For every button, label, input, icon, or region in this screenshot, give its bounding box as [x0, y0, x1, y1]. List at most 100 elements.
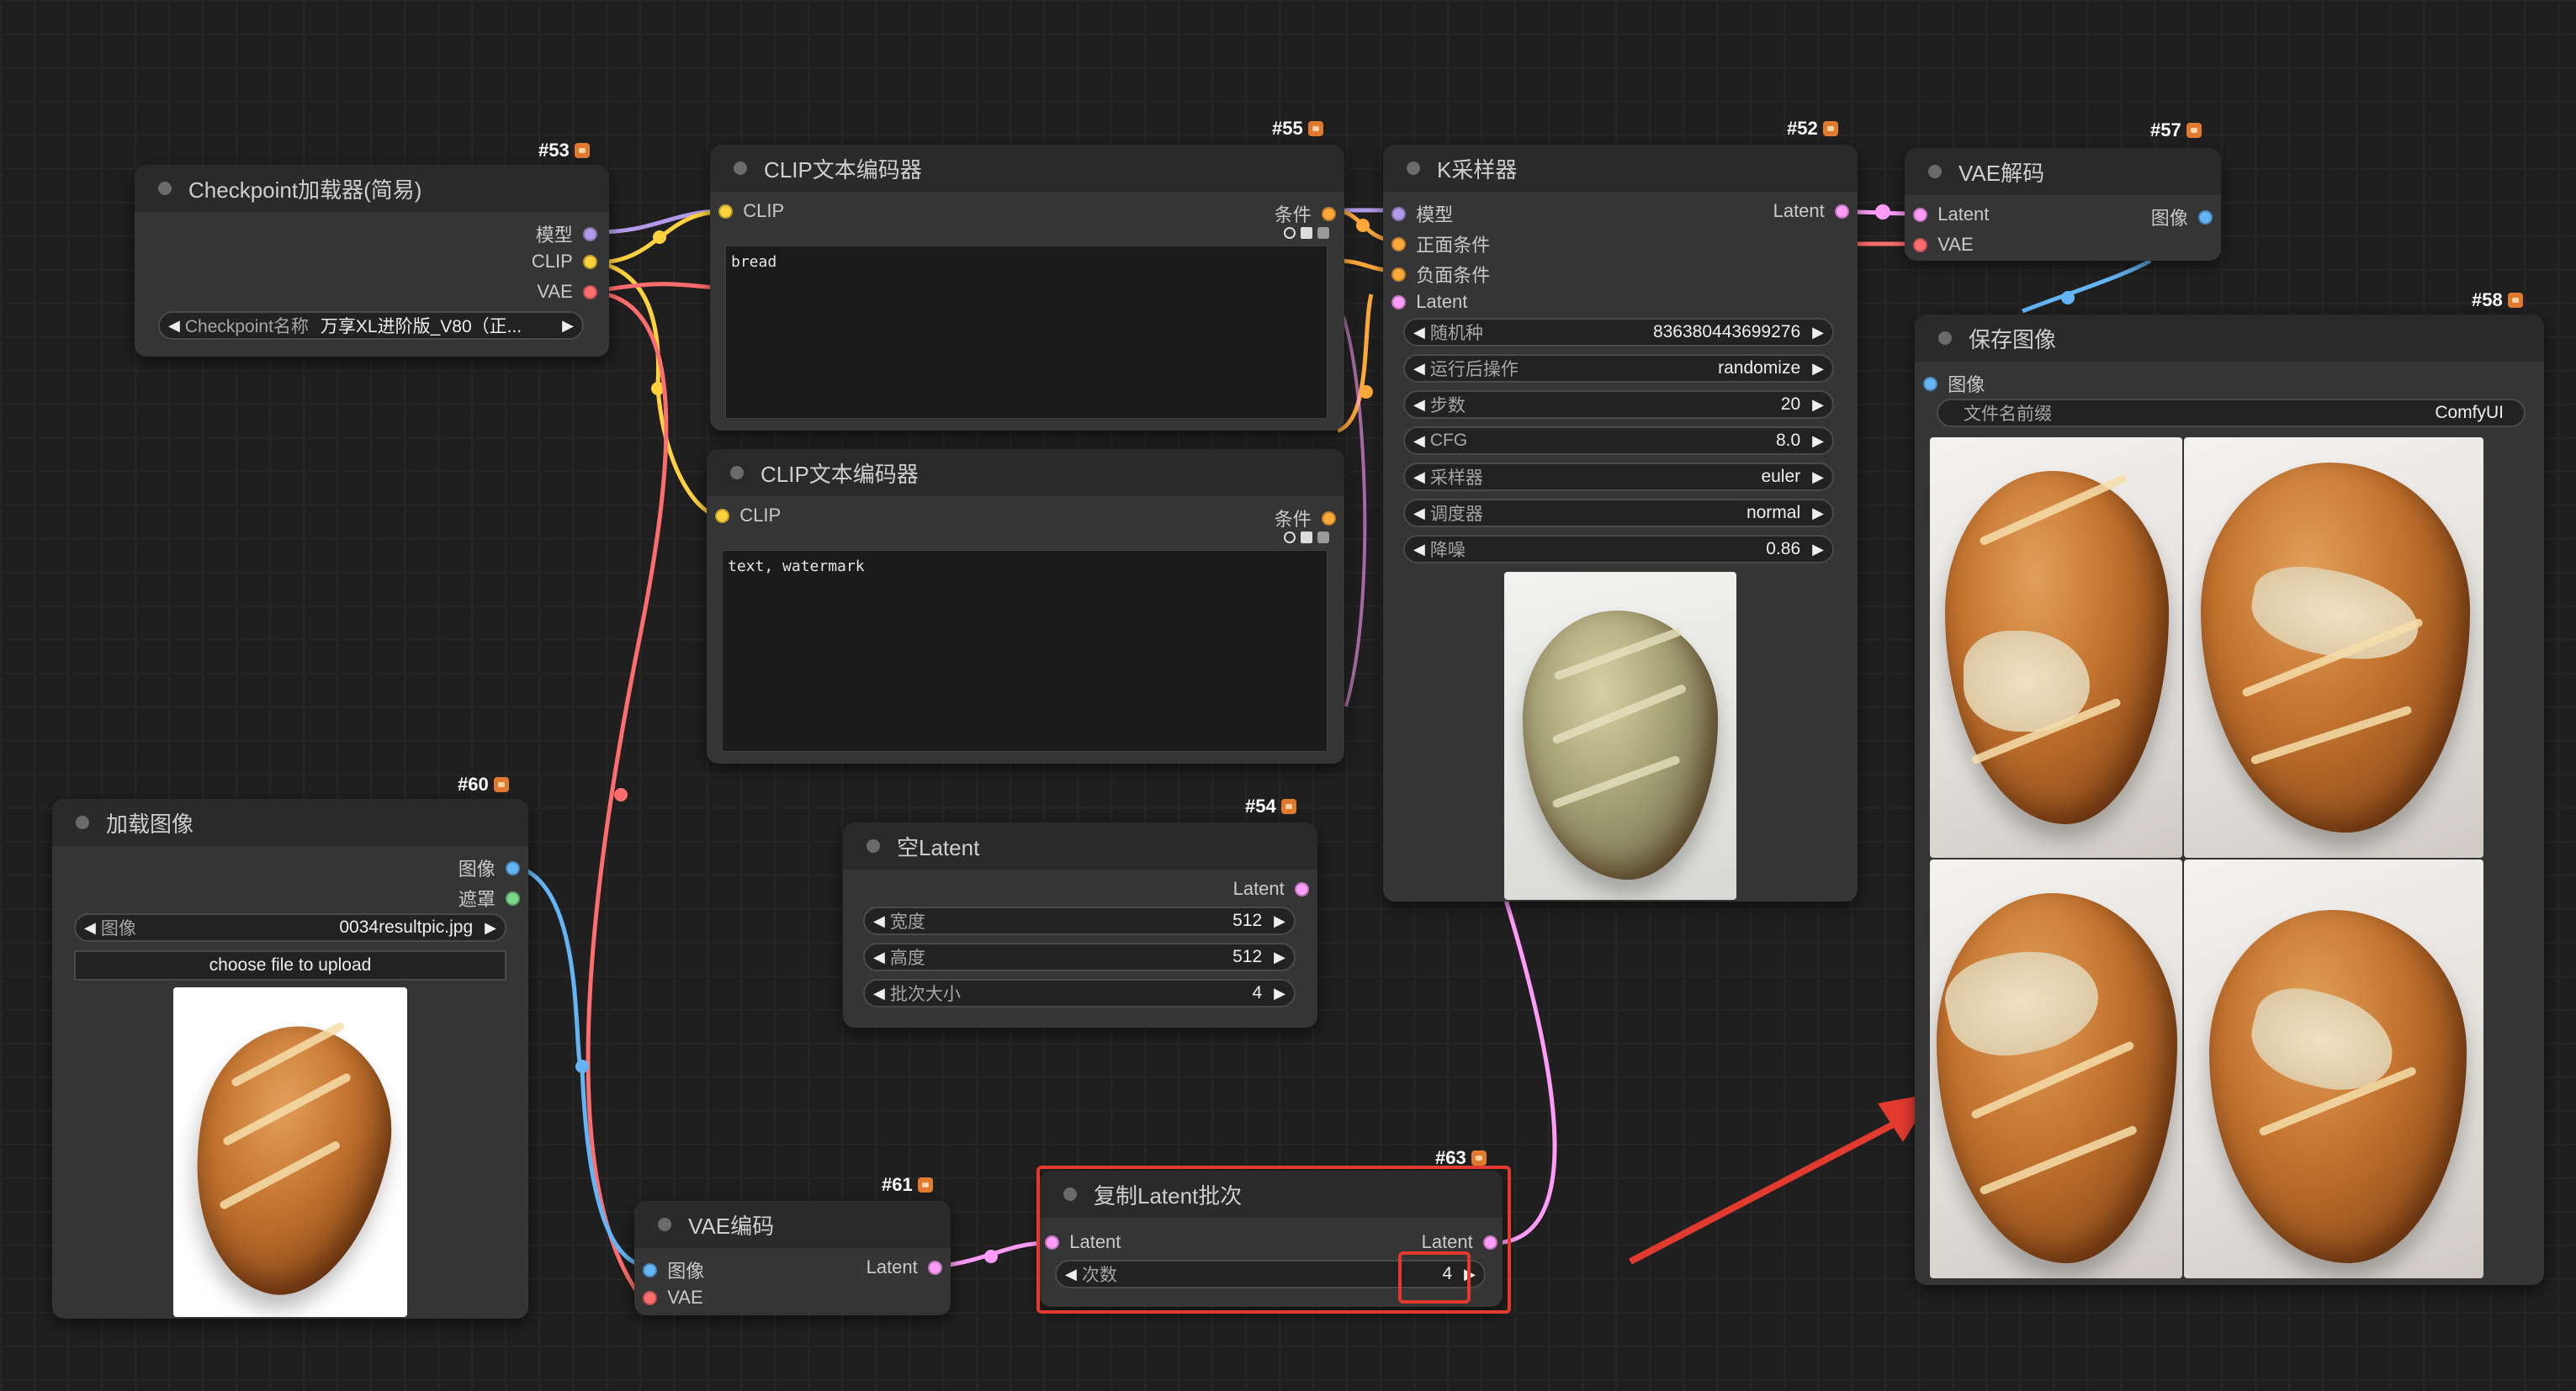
output-image-4[interactable]: [2184, 859, 2483, 1278]
node-header[interactable]: CLIP文本编码器: [707, 449, 1344, 496]
collapse-dot-icon[interactable]: [158, 182, 172, 195]
save-image-node[interactable]: 保存图像 图像 文件名前缀 ComfyUI: [1915, 315, 2544, 1285]
socket-icon[interactable]: [1391, 206, 1406, 221]
arrow-right-icon[interactable]: ▶: [1812, 541, 1824, 558]
output-image[interactable]: 图像: [458, 854, 520, 881]
circle-toggle-icon[interactable]: [1284, 227, 1296, 239]
socket-icon[interactable]: [1923, 376, 1937, 391]
clip-text-encode-positive-node[interactable]: CLIP文本编码器 CLIP 条件 bread: [710, 145, 1344, 431]
socket-icon[interactable]: [506, 860, 520, 875]
node-header[interactable]: Checkpoint加载器(简易): [135, 165, 609, 212]
input-image[interactable]: 图像: [643, 1256, 704, 1283]
output-image[interactable]: 图像: [2151, 204, 2213, 230]
input-latent[interactable]: Latent: [1045, 1231, 1121, 1253]
amount-widget[interactable]: ◀ 次数 4 ▶: [1055, 1260, 1486, 1288]
socket-icon[interactable]: [506, 891, 520, 906]
arrow-right-icon[interactable]: ▶: [1812, 432, 1824, 450]
upload-button[interactable]: choose file to upload: [74, 950, 506, 981]
filename-prefix-widget[interactable]: 文件名前缀 ComfyUI: [1937, 399, 2526, 427]
socket-icon[interactable]: [1483, 1235, 1497, 1250]
input-vae[interactable]: VAE: [1913, 234, 1974, 256]
socket-icon[interactable]: [1391, 294, 1406, 309]
empty-latent-node[interactable]: 空Latent Latent ◀ 宽度 512 ▶ ◀ 高度 512 ▶ ◀ 批次大小 4 ▶: [843, 822, 1317, 1028]
checkbox-icon[interactable]: [1301, 227, 1312, 239]
socket-icon[interactable]: [1322, 206, 1336, 221]
arrow-left-icon[interactable]: ◀: [873, 985, 885, 1002]
collapse-dot-icon[interactable]: [658, 1218, 671, 1231]
arrow-left-icon[interactable]: ◀: [1413, 324, 1425, 341]
output-latent[interactable]: Latent: [867, 1256, 942, 1278]
image-file-combo[interactable]: ◀ 图像 0034resultpic.jpg ▶: [74, 913, 506, 942]
node-header[interactable]: 复制Latent批次: [1040, 1171, 1503, 1218]
socket-icon[interactable]: [643, 1290, 657, 1305]
repeat-latent-batch-node[interactable]: 复制Latent批次 Latent Latent ◀ 次数 4 ▶: [1040, 1171, 1503, 1307]
clip-text-encode-negative-node[interactable]: CLIP文本编码器 CLIP 条件 text, watermark: [707, 449, 1344, 764]
input-latent[interactable]: Latent: [1391, 291, 1467, 313]
socket-icon[interactable]: [583, 254, 597, 269]
cfg-widget[interactable]: ◀ CFG 8.0 ▶: [1403, 426, 1834, 455]
node-header[interactable]: VAE编码: [634, 1201, 951, 1248]
arrow-left-icon[interactable]: ◀: [168, 317, 180, 335]
arrow-right-icon[interactable]: ▶: [1464, 1266, 1476, 1283]
circle-toggle-icon[interactable]: [1284, 532, 1296, 543]
output-latent[interactable]: Latent: [1422, 1231, 1497, 1253]
socket-icon[interactable]: [1835, 204, 1849, 219]
height-widget[interactable]: ◀ 高度 512 ▶: [863, 943, 1296, 971]
fx-icon[interactable]: [1317, 532, 1329, 543]
output-latent[interactable]: Latent: [1773, 200, 1849, 222]
ksampler-node[interactable]: K采样器 模型 正面条件 负面条件 Latent Latent ◀ 随机种 8363…: [1383, 145, 1858, 902]
collapse-dot-icon[interactable]: [1928, 165, 1942, 178]
output-clip[interactable]: CLIP: [532, 251, 597, 272]
arrow-right-icon[interactable]: ▶: [485, 919, 496, 937]
input-model[interactable]: 模型: [1391, 200, 1453, 227]
output-model[interactable]: 模型: [536, 220, 597, 247]
collapse-dot-icon[interactable]: [76, 816, 89, 829]
socket-icon[interactable]: [715, 508, 729, 523]
socket-icon[interactable]: [1322, 510, 1336, 526]
sampler-widget[interactable]: ◀ 采样器 euler ▶: [1403, 463, 1834, 491]
socket-icon[interactable]: [718, 204, 733, 219]
vae-encode-node[interactable]: VAE编码 图像 VAE Latent: [634, 1201, 951, 1315]
vae-decode-node[interactable]: VAE解码 Latent VAE 图像: [1905, 148, 2221, 261]
output-image-1[interactable]: [1930, 437, 2182, 858]
arrow-right-icon[interactable]: ▶: [1812, 505, 1824, 522]
collapse-dot-icon[interactable]: [734, 161, 747, 175]
seed-widget[interactable]: ◀ 随机种 836380443699276 ▶: [1403, 318, 1834, 346]
socket-icon[interactable]: [583, 284, 597, 299]
output-image-3[interactable]: [1930, 859, 2182, 1278]
arrow-left-icon[interactable]: ◀: [873, 949, 885, 966]
socket-icon[interactable]: [643, 1262, 657, 1277]
collapse-dot-icon[interactable]: [1407, 161, 1420, 175]
output-latent[interactable]: Latent: [1233, 878, 1309, 900]
socket-icon[interactable]: [583, 226, 597, 241]
collapse-dot-icon[interactable]: [1063, 1187, 1077, 1201]
collapse-dot-icon[interactable]: [730, 466, 744, 479]
input-positive[interactable]: 正面条件: [1391, 230, 1490, 257]
arrow-left-icon[interactable]: ◀: [1413, 360, 1425, 378]
denoise-widget[interactable]: ◀ 降噪 0.86 ▶: [1403, 535, 1834, 563]
socket-icon[interactable]: [1391, 236, 1406, 251]
socket-icon[interactable]: [1913, 237, 1927, 252]
socket-icon[interactable]: [1391, 267, 1406, 282]
arrow-left-icon[interactable]: ◀: [1413, 468, 1425, 486]
control-after-generate-widget[interactable]: ◀ 运行后操作 randomize ▶: [1403, 354, 1834, 383]
socket-icon[interactable]: [1295, 881, 1309, 896]
load-image-node[interactable]: 加载图像 图像 遮罩 ◀ 图像 0034resultpic.jpg ▶ choose …: [52, 799, 528, 1319]
prompt-textarea[interactable]: text, watermark: [722, 550, 1328, 752]
node-header[interactable]: 保存图像: [1915, 315, 2544, 362]
output-conditioning[interactable]: 条件: [1275, 505, 1336, 532]
output-mask[interactable]: 遮罩: [458, 885, 520, 912]
fx-icon[interactable]: [1317, 227, 1329, 239]
input-image[interactable]: 图像: [1923, 370, 1985, 397]
arrow-left-icon[interactable]: ◀: [84, 919, 96, 937]
arrow-right-icon[interactable]: ▶: [1812, 324, 1824, 341]
checkpoint-loader-node[interactable]: Checkpoint加载器(简易) 模型 CLIP VAE ◀ Checkpoi…: [135, 165, 609, 357]
arrow-left-icon[interactable]: ◀: [873, 912, 885, 930]
input-clip[interactable]: CLIP: [715, 505, 781, 526]
arrow-right-icon[interactable]: ▶: [1812, 396, 1824, 414]
arrow-right-icon[interactable]: ▶: [1274, 985, 1285, 1002]
arrow-left-icon[interactable]: ◀: [1413, 396, 1425, 414]
arrow-left-icon[interactable]: ◀: [1413, 432, 1425, 450]
width-widget[interactable]: ◀ 宽度 512 ▶: [863, 907, 1296, 935]
node-header[interactable]: K采样器: [1383, 145, 1858, 192]
